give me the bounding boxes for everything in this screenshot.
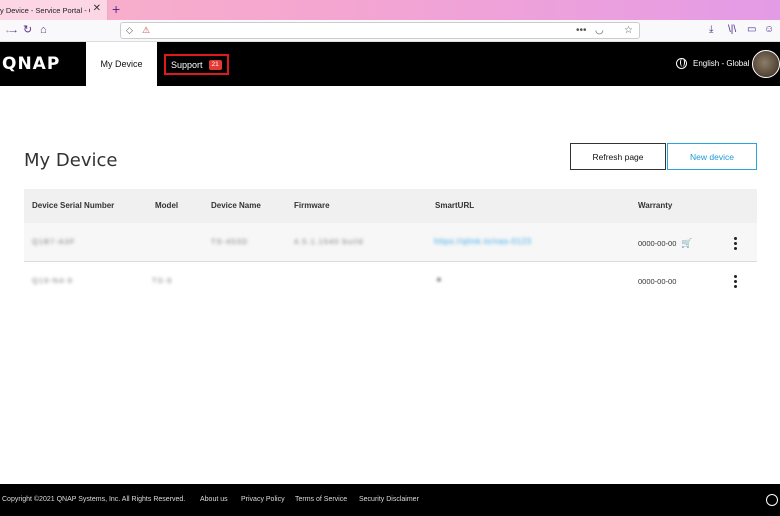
bookmark-star-icon[interactable]: ☆ bbox=[624, 24, 633, 37]
nav-support[interactable]: Support 21 bbox=[164, 54, 229, 75]
column-serial: Device Serial Number bbox=[32, 201, 115, 210]
qnap-logo[interactable]: QNAP bbox=[2, 54, 60, 74]
more-options-icon[interactable] bbox=[733, 275, 737, 288]
forward-icon[interactable]: → bbox=[8, 23, 19, 37]
column-model: Model bbox=[155, 201, 179, 210]
globe-icon[interactable] bbox=[766, 494, 778, 506]
close-tab-icon[interactable]: ✕ bbox=[93, 4, 101, 14]
new-tab-icon[interactable]: + bbox=[112, 2, 120, 16]
language-selector[interactable]: English - Global bbox=[676, 58, 749, 69]
new-device-button[interactable]: New device bbox=[667, 143, 757, 170]
device-name-cell: TS-453D bbox=[211, 237, 249, 246]
download-icon[interactable]: ⤓ bbox=[709, 23, 713, 37]
smarturl-link[interactable]: ▪ bbox=[437, 274, 442, 286]
serial-cell: Q19-N4-9 bbox=[32, 276, 73, 285]
globe-icon bbox=[676, 58, 687, 69]
footer-link-privacy[interactable]: Privacy Policy bbox=[241, 496, 285, 503]
model-cell: TS-9 bbox=[152, 276, 173, 285]
browser-tab-title: y Device - Service Portal - Q bbox=[0, 5, 90, 15]
footer-link-about[interactable]: About us bbox=[200, 496, 228, 503]
page-title: My Device bbox=[24, 150, 118, 171]
avatar[interactable] bbox=[752, 50, 780, 78]
table-header: Device Serial Number Model Device Name F… bbox=[24, 189, 757, 223]
site-footer: Copyright ©2021 QNAP Systems, Inc. All R… bbox=[0, 484, 780, 516]
warranty-cell: 0000-00-00 bbox=[638, 277, 676, 286]
column-firmware: Firmware bbox=[294, 201, 330, 210]
footer-link-terms[interactable]: Terms of Service bbox=[295, 496, 347, 503]
footer-link-security[interactable]: Security Disclaimer bbox=[359, 496, 419, 503]
browser-toolbar: ← → ↻ ⌂ ◇ ⚠ ••• ◡ ☆ ⤓ \|\ ▭ ☺ bbox=[0, 20, 780, 42]
sidebar-icon[interactable]: ▭ bbox=[747, 23, 756, 37]
nav-support-label: Support bbox=[171, 59, 203, 70]
support-count-badge: 21 bbox=[208, 59, 222, 70]
library-icon[interactable]: \|\ bbox=[728, 23, 736, 37]
browser-tab[interactable]: y Device - Service Portal - Q ✕ bbox=[0, 0, 108, 20]
nav-my-device-label: My Device bbox=[100, 59, 143, 69]
warranty-date: 0000-00-00 bbox=[638, 277, 677, 286]
refresh-page-button[interactable]: Refresh page bbox=[570, 143, 666, 170]
column-device-name: Device Name bbox=[211, 201, 261, 210]
reload-icon[interactable]: ↻ bbox=[23, 23, 32, 37]
account-icon[interactable]: ☺ bbox=[764, 23, 774, 37]
pocket-icon[interactable]: ◡ bbox=[595, 24, 604, 37]
lock-warning-icon[interactable]: ⚠ bbox=[142, 25, 150, 36]
home-icon[interactable]: ⌂ bbox=[40, 23, 47, 37]
browser-tab-bar: y Device - Service Portal - Q ✕ + bbox=[0, 0, 780, 20]
nav-my-device[interactable]: My Device bbox=[86, 42, 157, 86]
cart-icon[interactable]: 🛒 bbox=[681, 238, 692, 248]
warranty-date: 0000-00-00 bbox=[638, 239, 677, 248]
language-label: English - Global bbox=[693, 59, 750, 68]
smarturl-link[interactable]: https://qlink.to/nas-0123 bbox=[434, 237, 531, 246]
column-smarturl: SmartURL bbox=[435, 201, 475, 210]
site-header: QNAP My Device Support 21 bbox=[0, 42, 780, 86]
table-row[interactable]: Q19-N4-9 TS-9 ▪ 0000-00-00 bbox=[24, 262, 757, 301]
warranty-cell: 0000-00-00 🛒 bbox=[638, 238, 693, 249]
page-actions-icon[interactable]: ••• bbox=[576, 24, 587, 37]
column-warranty: Warranty bbox=[638, 201, 673, 210]
firmware-cell: 4.5.1.1540 build bbox=[294, 237, 364, 246]
copyright-text: Copyright ©2021 QNAP Systems, Inc. All R… bbox=[2, 496, 186, 503]
serial-cell: Q1B7-A3F bbox=[32, 237, 76, 246]
url-bar[interactable]: ◇ ⚠ ••• ◡ ☆ bbox=[120, 22, 640, 39]
more-options-icon[interactable] bbox=[733, 237, 737, 250]
shield-icon[interactable]: ◇ bbox=[126, 25, 133, 36]
table-row[interactable]: Q1B7-A3F TS-453D 4.5.1.1540 build https:… bbox=[24, 223, 757, 262]
